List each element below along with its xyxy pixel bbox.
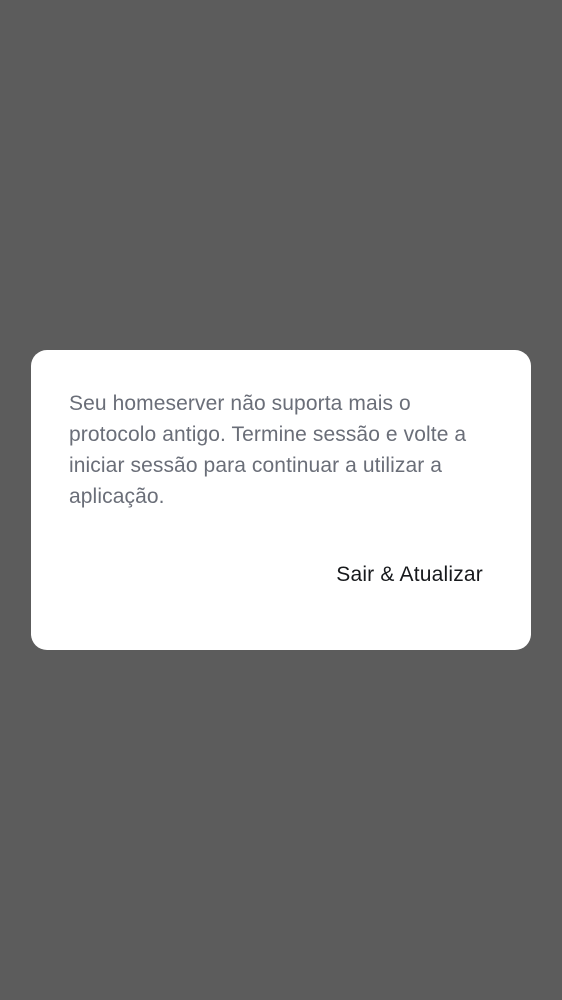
- logout-and-upgrade-button[interactable]: Sair & Atualizar: [328, 557, 491, 593]
- dialog-message: Seu homeserver não suporta mais o protoc…: [69, 392, 467, 508]
- logout-upgrade-dialog: Seu homeserver não suporta mais o protoc…: [31, 350, 531, 650]
